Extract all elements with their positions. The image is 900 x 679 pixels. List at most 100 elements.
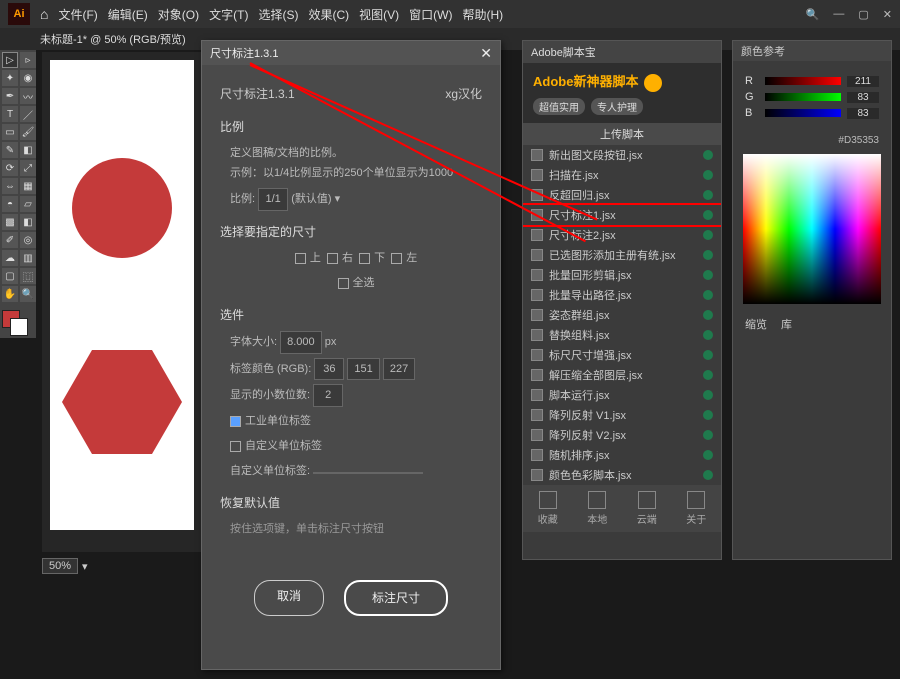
shape-builder-tool[interactable]: ◓ <box>2 196 18 212</box>
script-item[interactable]: 批量导出路径.jsx <box>523 285 721 305</box>
script-item[interactable]: 姿态群组.jsx <box>523 305 721 325</box>
r-value[interactable]: 211 <box>847 76 879 87</box>
script-item[interactable]: 扫描在.jsx <box>523 165 721 185</box>
shape-hexagon[interactable] <box>62 350 182 454</box>
script-item[interactable]: 颜色色彩脚本.jsx <box>523 465 721 485</box>
download-icon[interactable] <box>703 390 713 400</box>
close-icon[interactable]: ✕ <box>883 8 892 21</box>
hex-value[interactable]: D35353 <box>844 135 879 146</box>
curvature-tool[interactable]: 〰 <box>20 88 36 104</box>
menu-help[interactable]: 帮助(H) <box>462 6 503 23</box>
checkbox-top[interactable] <box>295 253 306 264</box>
g-value[interactable]: 83 <box>847 92 879 103</box>
download-icon[interactable] <box>703 410 713 420</box>
shaper-tool[interactable]: ✎ <box>2 142 18 158</box>
gradient-tool[interactable]: ◧ <box>20 214 36 230</box>
zoom-control[interactable]: 50%▾ <box>42 558 88 574</box>
btm-fav[interactable]: 收藏 <box>538 491 558 526</box>
eyedropper-tool[interactable]: ✐ <box>2 232 18 248</box>
home-icon[interactable]: ⌂ <box>40 6 48 22</box>
download-icon[interactable] <box>703 210 713 220</box>
pen-tool[interactable]: ✒ <box>2 88 18 104</box>
eraser-tool[interactable]: ◧ <box>20 142 36 158</box>
lasso-tool[interactable]: ◉ <box>20 70 36 86</box>
chevron-down-icon[interactable]: ▾ <box>335 193 341 205</box>
script-item[interactable]: 降列反射 V1.jsx <box>523 405 721 425</box>
color-swatches[interactable] <box>2 310 36 336</box>
mesh-tool[interactable]: ▩ <box>2 214 18 230</box>
btm-about[interactable]: 关于 <box>686 491 706 526</box>
menu-object[interactable]: 对象(O) <box>158 6 199 23</box>
canvas[interactable] <box>42 52 202 552</box>
scale-tool[interactable]: ⤢ <box>20 160 36 176</box>
tab-swatch[interactable]: 缩览 <box>745 316 767 332</box>
checkbox-right[interactable] <box>327 253 338 264</box>
tab-library[interactable]: 库 <box>781 316 792 332</box>
cancel-button[interactable]: 取消 <box>254 580 324 617</box>
rectangle-tool[interactable]: ▭ <box>2 124 18 140</box>
decimals-input[interactable]: 2 <box>313 384 343 407</box>
menu-window[interactable]: 窗口(W) <box>409 6 452 23</box>
checkbox-custom-unit[interactable] <box>230 441 241 452</box>
magic-wand-tool[interactable]: ✦ <box>2 70 18 86</box>
menu-type[interactable]: 文字(T) <box>209 6 248 23</box>
dialog-close-icon[interactable]: ✕ <box>480 45 492 62</box>
ok-button[interactable]: 标注尺寸 <box>344 580 448 617</box>
download-icon[interactable] <box>703 350 713 360</box>
rotate-tool[interactable]: ⟳ <box>2 160 18 176</box>
btm-local[interactable]: 本地 <box>587 491 607 526</box>
graph-tool[interactable]: ▥ <box>20 250 36 266</box>
selection-tool[interactable]: ▷ <box>2 52 18 68</box>
script-item[interactable]: 批量回形剪辑.jsx <box>523 265 721 285</box>
script-item[interactable]: 解压缩全部图层.jsx <box>523 365 721 385</box>
download-icon[interactable] <box>703 330 713 340</box>
width-tool[interactable]: ⇔ <box>2 178 18 194</box>
script-item[interactable]: 标尺尺寸增强.jsx <box>523 345 721 365</box>
b-value[interactable]: 83 <box>847 108 879 119</box>
blend-tool[interactable]: ◎ <box>20 232 36 248</box>
color-r-input[interactable]: 36 <box>314 358 344 381</box>
perspective-tool[interactable]: ▱ <box>20 196 36 212</box>
brush-tool[interactable]: 🖌 <box>20 124 36 140</box>
checkbox-engineering[interactable] <box>230 416 241 427</box>
download-icon[interactable] <box>703 250 713 260</box>
download-icon[interactable] <box>703 150 713 160</box>
script-item[interactable]: 尺寸标注2.jsx <box>523 225 721 245</box>
script-item[interactable]: 新出图文段按钮.jsx <box>523 145 721 165</box>
btm-cloud[interactable]: 云端 <box>637 491 657 526</box>
download-icon[interactable] <box>703 190 713 200</box>
script-item[interactable]: 脚本运行.jsx <box>523 385 721 405</box>
zoom-tool[interactable]: 🔍 <box>20 286 36 302</box>
download-icon[interactable] <box>703 470 713 480</box>
custom-unit-input[interactable] <box>313 472 423 474</box>
script-item[interactable]: 替换组料.jsx <box>523 325 721 345</box>
search-icon[interactable]: 🔍 <box>806 8 820 21</box>
fontsize-input[interactable]: 8.000 <box>280 331 322 354</box>
download-icon[interactable] <box>703 230 713 240</box>
download-icon[interactable] <box>703 430 713 440</box>
script-item[interactable]: 已选图形添加主册有统.jsx <box>523 245 721 265</box>
download-icon[interactable] <box>703 270 713 280</box>
minimize-icon[interactable]: — <box>833 8 844 21</box>
type-tool[interactable]: T <box>2 106 18 122</box>
symbol-tool[interactable]: ☁ <box>2 250 18 266</box>
checkbox-bottom[interactable] <box>359 253 370 264</box>
proportion-value[interactable]: 1/1 <box>258 188 288 211</box>
color-b-input[interactable]: 227 <box>383 358 415 381</box>
line-tool[interactable]: ／ <box>20 106 36 122</box>
color-g-input[interactable]: 151 <box>347 358 379 381</box>
scripts-list[interactable]: 新出图文段按钮.jsx扫描在.jsx反超回归.jsx尺寸标注1.jsx尺寸标注2… <box>523 145 721 485</box>
hand-tool[interactable]: ✋ <box>2 286 18 302</box>
menu-effect[interactable]: 效果(C) <box>308 6 349 23</box>
b-slider[interactable] <box>765 109 841 117</box>
shape-circle[interactable] <box>72 158 172 258</box>
slice-tool[interactable]: ⿶ <box>20 268 36 284</box>
download-icon[interactable] <box>703 370 713 380</box>
download-icon[interactable] <box>703 290 713 300</box>
menu-file[interactable]: 文件(F) <box>58 6 97 23</box>
checkbox-all[interactable] <box>338 278 349 289</box>
r-slider[interactable] <box>765 77 841 85</box>
download-icon[interactable] <box>703 450 713 460</box>
maximize-icon[interactable]: ▢ <box>858 8 868 21</box>
menu-view[interactable]: 视图(V) <box>359 6 399 23</box>
